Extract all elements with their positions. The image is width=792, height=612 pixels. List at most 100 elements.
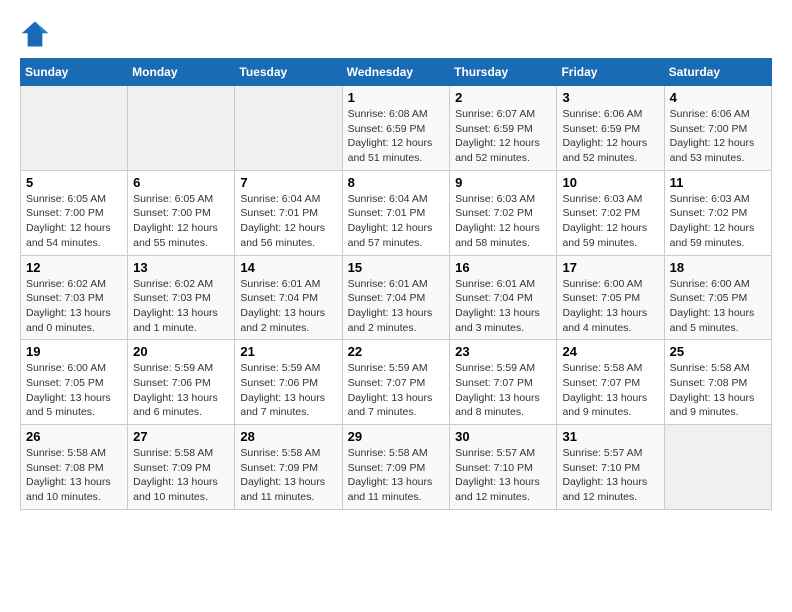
- weekday-header-tuesday: Tuesday: [235, 59, 342, 86]
- calendar-cell: 23 Sunrise: 5:59 AM Sunset: 7:07 PM Dayli…: [450, 340, 557, 425]
- weekday-header-friday: Friday: [557, 59, 664, 86]
- day-info: Sunrise: 6:05 AM Sunset: 7:00 PM Dayligh…: [133, 192, 229, 251]
- calendar-cell: 29 Sunrise: 5:58 AM Sunset: 7:09 PM Dayli…: [342, 425, 450, 510]
- page-header: [20, 20, 772, 48]
- calendar-cell: 13 Sunrise: 6:02 AM Sunset: 7:03 PM Dayli…: [128, 255, 235, 340]
- day-info: Sunrise: 6:04 AM Sunset: 7:01 PM Dayligh…: [240, 192, 336, 251]
- day-number: 15: [348, 260, 445, 275]
- calendar-cell: 21 Sunrise: 5:59 AM Sunset: 7:06 PM Dayli…: [235, 340, 342, 425]
- day-number: 5: [26, 175, 122, 190]
- calendar-cell: 11Sunrise: 6:03 AM Sunset: 7:02 PM Dayli…: [664, 170, 771, 255]
- calendar-week-3: 12 Sunrise: 6:02 AM Sunset: 7:03 PM Dayli…: [21, 255, 772, 340]
- calendar-cell: [235, 86, 342, 171]
- calendar-cell: [664, 425, 771, 510]
- calendar-week-1: 1 Sunrise: 6:08 AM Sunset: 6:59 PM Daylig…: [21, 86, 772, 171]
- weekday-header-sunday: Sunday: [21, 59, 128, 86]
- header-row: SundayMondayTuesdayWednesdayThursdayFrid…: [21, 59, 772, 86]
- weekday-header-saturday: Saturday: [664, 59, 771, 86]
- day-number: 24: [562, 344, 658, 359]
- day-number: 2: [455, 90, 551, 105]
- day-info: Sunrise: 6:00 AM Sunset: 7:05 PM Dayligh…: [670, 277, 766, 336]
- day-number: 3: [562, 90, 658, 105]
- day-info: Sunrise: 6:01 AM Sunset: 7:04 PM Dayligh…: [348, 277, 445, 336]
- day-info: Sunrise: 6:02 AM Sunset: 7:03 PM Dayligh…: [133, 277, 229, 336]
- calendar-cell: 12 Sunrise: 6:02 AM Sunset: 7:03 PM Dayli…: [21, 255, 128, 340]
- day-info: Sunrise: 6:08 AM Sunset: 6:59 PM Dayligh…: [348, 107, 445, 166]
- day-info: Sunrise: 6:03 AM Sunset: 7:02 PM Dayligh…: [455, 192, 551, 251]
- day-number: 1: [348, 90, 445, 105]
- calendar-cell: 31 Sunrise: 5:57 AM Sunset: 7:10 PM Dayli…: [557, 425, 664, 510]
- calendar-week-5: 26 Sunrise: 5:58 AM Sunset: 7:08 PM Dayli…: [21, 425, 772, 510]
- calendar-cell: 2 Sunrise: 6:07 AM Sunset: 6:59 PM Daylig…: [450, 86, 557, 171]
- day-info: Sunrise: 5:59 AM Sunset: 7:07 PM Dayligh…: [348, 361, 445, 420]
- day-number: 28: [240, 429, 336, 444]
- day-info: Sunrise: 5:58 AM Sunset: 7:07 PM Dayligh…: [562, 361, 658, 420]
- day-info: Sunrise: 6:04 AM Sunset: 7:01 PM Dayligh…: [348, 192, 445, 251]
- day-info: Sunrise: 6:06 AM Sunset: 6:59 PM Dayligh…: [562, 107, 658, 166]
- day-info: Sunrise: 5:58 AM Sunset: 7:09 PM Dayligh…: [348, 446, 445, 505]
- day-info: Sunrise: 6:01 AM Sunset: 7:04 PM Dayligh…: [455, 277, 551, 336]
- day-number: 12: [26, 260, 122, 275]
- calendar-cell: 5 Sunrise: 6:05 AM Sunset: 7:00 PM Daylig…: [21, 170, 128, 255]
- day-number: 10: [562, 175, 658, 190]
- calendar-cell: 30Sunrise: 5:57 AM Sunset: 7:10 PM Dayli…: [450, 425, 557, 510]
- day-number: 19: [26, 344, 122, 359]
- day-number: 22: [348, 344, 445, 359]
- calendar-cell: 9 Sunrise: 6:03 AM Sunset: 7:02 PM Daylig…: [450, 170, 557, 255]
- weekday-header-monday: Monday: [128, 59, 235, 86]
- day-info: Sunrise: 6:01 AM Sunset: 7:04 PM Dayligh…: [240, 277, 336, 336]
- day-number: 8: [348, 175, 445, 190]
- calendar-cell: 6 Sunrise: 6:05 AM Sunset: 7:00 PM Daylig…: [128, 170, 235, 255]
- day-number: 9: [455, 175, 551, 190]
- day-info: Sunrise: 5:58 AM Sunset: 7:09 PM Dayligh…: [240, 446, 336, 505]
- logo-icon: [20, 20, 50, 48]
- day-number: 18: [670, 260, 766, 275]
- day-info: Sunrise: 5:59 AM Sunset: 7:06 PM Dayligh…: [133, 361, 229, 420]
- calendar-cell: 19 Sunrise: 6:00 AM Sunset: 7:05 PM Dayli…: [21, 340, 128, 425]
- day-info: Sunrise: 6:00 AM Sunset: 7:05 PM Dayligh…: [562, 277, 658, 336]
- day-number: 21: [240, 344, 336, 359]
- day-number: 16: [455, 260, 551, 275]
- calendar-week-4: 19 Sunrise: 6:00 AM Sunset: 7:05 PM Dayli…: [21, 340, 772, 425]
- calendar-cell: 16 Sunrise: 6:01 AM Sunset: 7:04 PM Dayli…: [450, 255, 557, 340]
- calendar-cell: 18 Sunrise: 6:00 AM Sunset: 7:05 PM Dayli…: [664, 255, 771, 340]
- day-info: Sunrise: 5:58 AM Sunset: 7:08 PM Dayligh…: [670, 361, 766, 420]
- calendar-cell: [128, 86, 235, 171]
- day-number: 13: [133, 260, 229, 275]
- day-info: Sunrise: 6:05 AM Sunset: 7:00 PM Dayligh…: [26, 192, 122, 251]
- calendar-cell: 22 Sunrise: 5:59 AM Sunset: 7:07 PM Dayli…: [342, 340, 450, 425]
- day-info: Sunrise: 5:59 AM Sunset: 7:07 PM Dayligh…: [455, 361, 551, 420]
- day-info: Sunrise: 5:57 AM Sunset: 7:10 PM Dayligh…: [562, 446, 658, 505]
- calendar-table: SundayMondayTuesdayWednesdayThursdayFrid…: [20, 58, 772, 510]
- day-number: 29: [348, 429, 445, 444]
- day-number: 25: [670, 344, 766, 359]
- day-number: 26: [26, 429, 122, 444]
- calendar-cell: 7 Sunrise: 6:04 AM Sunset: 7:01 PM Daylig…: [235, 170, 342, 255]
- day-info: Sunrise: 5:58 AM Sunset: 7:08 PM Dayligh…: [26, 446, 122, 505]
- day-number: 30: [455, 429, 551, 444]
- day-info: Sunrise: 6:07 AM Sunset: 6:59 PM Dayligh…: [455, 107, 551, 166]
- day-number: 11: [670, 175, 766, 190]
- day-number: 4: [670, 90, 766, 105]
- calendar-cell: [21, 86, 128, 171]
- day-info: Sunrise: 5:59 AM Sunset: 7:06 PM Dayligh…: [240, 361, 336, 420]
- day-number: 7: [240, 175, 336, 190]
- calendar-cell: 1 Sunrise: 6:08 AM Sunset: 6:59 PM Daylig…: [342, 86, 450, 171]
- calendar-cell: 15 Sunrise: 6:01 AM Sunset: 7:04 PM Dayli…: [342, 255, 450, 340]
- calendar-cell: 4Sunrise: 6:06 AM Sunset: 7:00 PM Daylig…: [664, 86, 771, 171]
- day-info: Sunrise: 6:03 AM Sunset: 7:02 PM Dayligh…: [562, 192, 658, 251]
- day-number: 31: [562, 429, 658, 444]
- day-number: 27: [133, 429, 229, 444]
- day-info: Sunrise: 6:00 AM Sunset: 7:05 PM Dayligh…: [26, 361, 122, 420]
- day-info: Sunrise: 6:02 AM Sunset: 7:03 PM Dayligh…: [26, 277, 122, 336]
- calendar-week-2: 5 Sunrise: 6:05 AM Sunset: 7:00 PM Daylig…: [21, 170, 772, 255]
- calendar-cell: 25 Sunrise: 5:58 AM Sunset: 7:08 PM Dayli…: [664, 340, 771, 425]
- day-number: 23: [455, 344, 551, 359]
- calendar-cell: 14 Sunrise: 6:01 AM Sunset: 7:04 PM Dayli…: [235, 255, 342, 340]
- calendar-cell: 27 Sunrise: 5:58 AM Sunset: 7:09 PM Dayli…: [128, 425, 235, 510]
- calendar-cell: 17 Sunrise: 6:00 AM Sunset: 7:05 PM Dayli…: [557, 255, 664, 340]
- day-number: 14: [240, 260, 336, 275]
- day-number: 17: [562, 260, 658, 275]
- day-number: 6: [133, 175, 229, 190]
- day-info: Sunrise: 5:58 AM Sunset: 7:09 PM Dayligh…: [133, 446, 229, 505]
